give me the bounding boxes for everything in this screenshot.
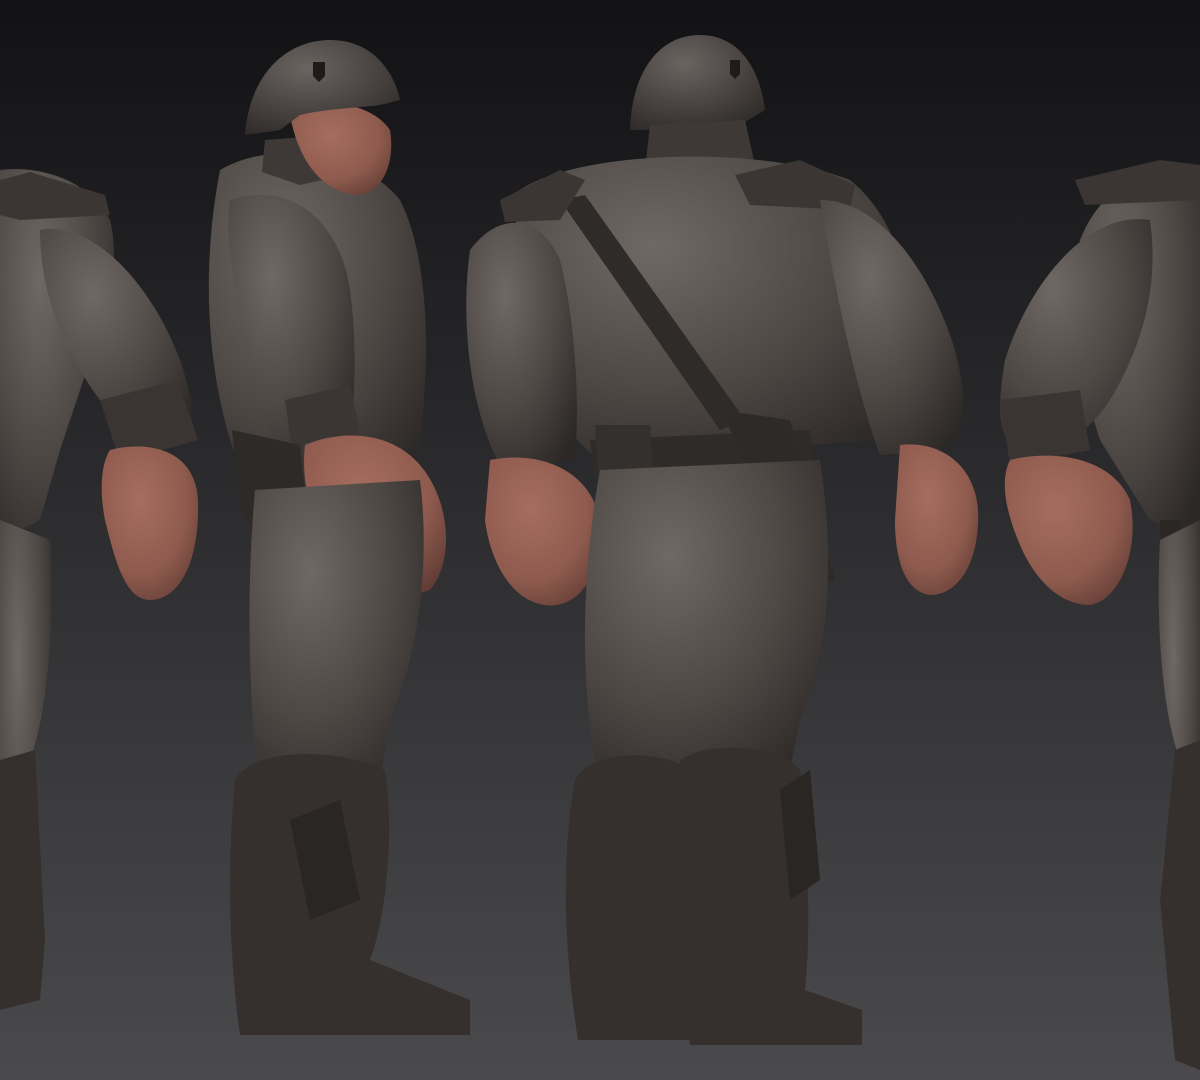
character-turnaround: [0, 0, 1200, 1080]
legs: [585, 460, 829, 780]
sculpt-viewport: [0, 0, 1200, 1080]
